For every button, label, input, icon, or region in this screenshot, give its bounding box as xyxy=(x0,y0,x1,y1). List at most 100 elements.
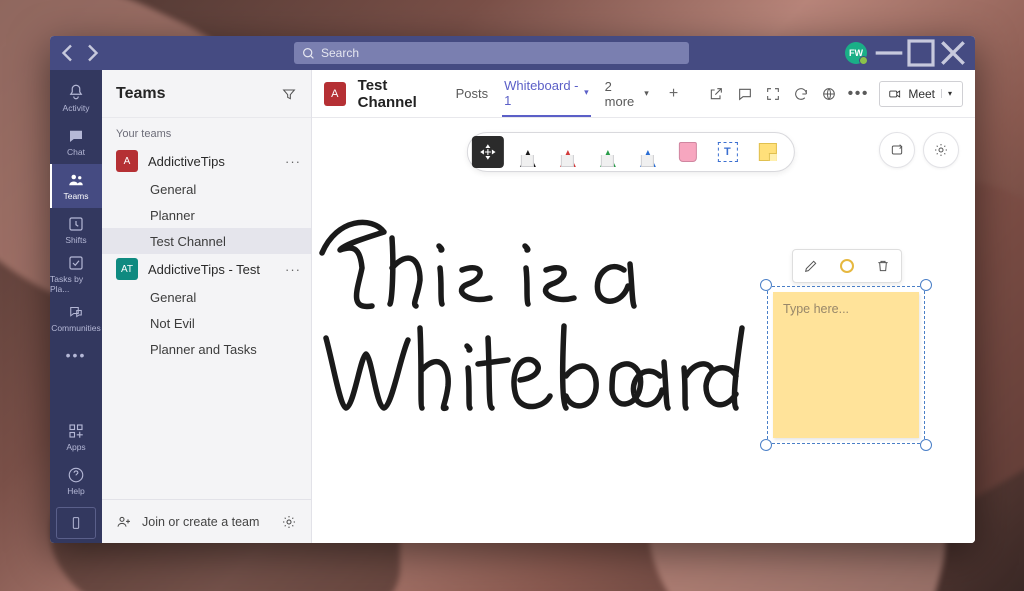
sidebar-footer: Join or create a team xyxy=(102,499,311,543)
team-row[interactable]: ATAddictiveTips - Test··· xyxy=(102,254,311,284)
chat-icon xyxy=(737,86,753,102)
filter-icon[interactable] xyxy=(281,86,297,102)
rail-more[interactable]: ••• xyxy=(50,340,102,370)
pen-blue[interactable] xyxy=(631,136,663,168)
web-button[interactable] xyxy=(821,85,837,103)
whiteboard-toolbar: T xyxy=(466,132,794,172)
channel-item[interactable]: Not Evil xyxy=(102,310,311,336)
team-row[interactable]: A AddictiveTips ··· xyxy=(102,146,311,176)
pen-green[interactable] xyxy=(591,136,623,168)
chevron-left-icon xyxy=(56,41,80,65)
text-tool[interactable]: T xyxy=(711,136,743,168)
channel-item[interactable]: Planner and Tasks xyxy=(102,336,311,362)
channel-header: A Test Channel Posts Whiteboard - 1 ▾ 2 … xyxy=(312,70,975,118)
refresh-button[interactable] xyxy=(793,85,809,103)
main-pane: A Test Channel Posts Whiteboard - 1 ▾ 2 … xyxy=(312,70,975,543)
expand-icon xyxy=(765,86,781,102)
refresh-icon xyxy=(793,86,809,102)
rail-chat[interactable]: Chat xyxy=(50,120,102,164)
sidebar-footer-label[interactable]: Join or create a team xyxy=(142,515,259,529)
channel-item[interactable]: General xyxy=(102,284,311,310)
note-color-button[interactable] xyxy=(838,257,856,275)
join-team-icon[interactable] xyxy=(116,514,132,530)
conversation-button[interactable] xyxy=(736,85,752,103)
search-input[interactable]: Search xyxy=(294,42,689,64)
team-more-button[interactable]: ··· xyxy=(285,262,301,277)
meet-button[interactable]: Meet ▾ xyxy=(879,81,963,107)
popout-icon xyxy=(708,86,724,102)
rail-teams[interactable]: Teams xyxy=(50,164,102,208)
rail-tasks[interactable]: Tasks by Pla... xyxy=(50,252,102,296)
team-more-button[interactable]: ··· xyxy=(285,154,301,169)
gear-icon xyxy=(933,142,949,158)
rail-device-button[interactable] xyxy=(56,507,96,539)
rail-apps[interactable]: Apps xyxy=(50,415,102,459)
tab-posts[interactable]: Posts xyxy=(454,70,491,117)
eraser-tool[interactable] xyxy=(671,136,703,168)
rail-label: Chat xyxy=(67,147,85,157)
undo-button[interactable] xyxy=(879,132,915,168)
channel-item[interactable]: General xyxy=(102,176,311,202)
resize-handle-tl[interactable] xyxy=(760,279,772,291)
note-edit-button[interactable] xyxy=(802,257,820,275)
meet-label: Meet xyxy=(908,87,935,101)
resize-handle-tr[interactable] xyxy=(920,279,932,291)
communities-icon xyxy=(67,303,85,321)
eraser-icon xyxy=(678,142,696,162)
expand-button[interactable] xyxy=(765,85,781,103)
video-icon xyxy=(888,87,902,101)
text-icon: T xyxy=(717,142,737,162)
channel-item[interactable]: Planner xyxy=(102,202,311,228)
globe-icon xyxy=(821,86,837,102)
chat-icon xyxy=(67,127,85,145)
whiteboard-canvas[interactable]: T xyxy=(312,118,975,543)
trash-icon xyxy=(875,258,891,274)
sticky-note-selection[interactable]: Type here... xyxy=(767,286,925,444)
tasks-icon xyxy=(67,254,85,272)
team-avatar: AT xyxy=(116,258,138,280)
nav-forward-button[interactable] xyxy=(80,41,104,65)
channel-item[interactable]: Test Channel xyxy=(102,228,311,254)
profile-avatar[interactable]: FW xyxy=(845,42,867,64)
chevron-right-icon xyxy=(80,41,104,65)
rail-activity[interactable]: Activity xyxy=(50,76,102,120)
resize-handle-br[interactable] xyxy=(920,439,932,451)
chevron-down-icon: ▾ xyxy=(941,89,958,98)
move-tool[interactable] xyxy=(471,136,503,168)
team-name: AddictiveTips xyxy=(148,154,225,169)
note-delete-button[interactable] xyxy=(874,257,892,275)
window-minimize-button[interactable] xyxy=(873,39,905,67)
rail-help[interactable]: Help xyxy=(50,459,102,503)
popout-button[interactable] xyxy=(708,85,724,103)
tab-more[interactable]: 2 more ▾ xyxy=(603,70,651,117)
tab-whiteboard[interactable]: Whiteboard - 1 ▾ xyxy=(502,70,591,117)
titlebar: Search FW xyxy=(50,36,975,70)
app-rail: Activity Chat Teams Shifts Tasks by Pla.… xyxy=(50,70,102,543)
rail-label: Tasks by Pla... xyxy=(50,274,102,294)
gear-icon[interactable] xyxy=(281,514,297,530)
channel-avatar: A xyxy=(324,82,346,106)
pencil-icon xyxy=(803,258,819,274)
window-maximize-button[interactable] xyxy=(905,39,937,67)
rail-communities[interactable]: Communities xyxy=(50,296,102,340)
more-icon: ••• xyxy=(66,347,87,363)
sidebar-section-label: Your teams xyxy=(102,118,311,146)
apps-icon xyxy=(67,422,85,440)
more-button[interactable]: ••• xyxy=(849,85,867,103)
sticky-icon xyxy=(758,143,776,161)
settings-button[interactable] xyxy=(923,132,959,168)
search-icon xyxy=(302,47,315,60)
pen-red[interactable] xyxy=(551,136,583,168)
device-icon xyxy=(68,515,84,531)
pen-black[interactable] xyxy=(511,136,543,168)
chevron-down-icon: ▾ xyxy=(584,87,589,98)
add-tab-button[interactable]: + xyxy=(663,85,684,103)
resize-handle-bl[interactable] xyxy=(760,439,772,451)
team-avatar: A xyxy=(116,150,138,172)
sticky-note[interactable]: Type here... xyxy=(773,292,919,438)
window-close-button[interactable] xyxy=(937,39,969,67)
chevron-down-icon: ▾ xyxy=(644,88,649,99)
sticky-tool[interactable] xyxy=(751,136,783,168)
rail-shifts[interactable]: Shifts xyxy=(50,208,102,252)
nav-back-button[interactable] xyxy=(56,41,80,65)
